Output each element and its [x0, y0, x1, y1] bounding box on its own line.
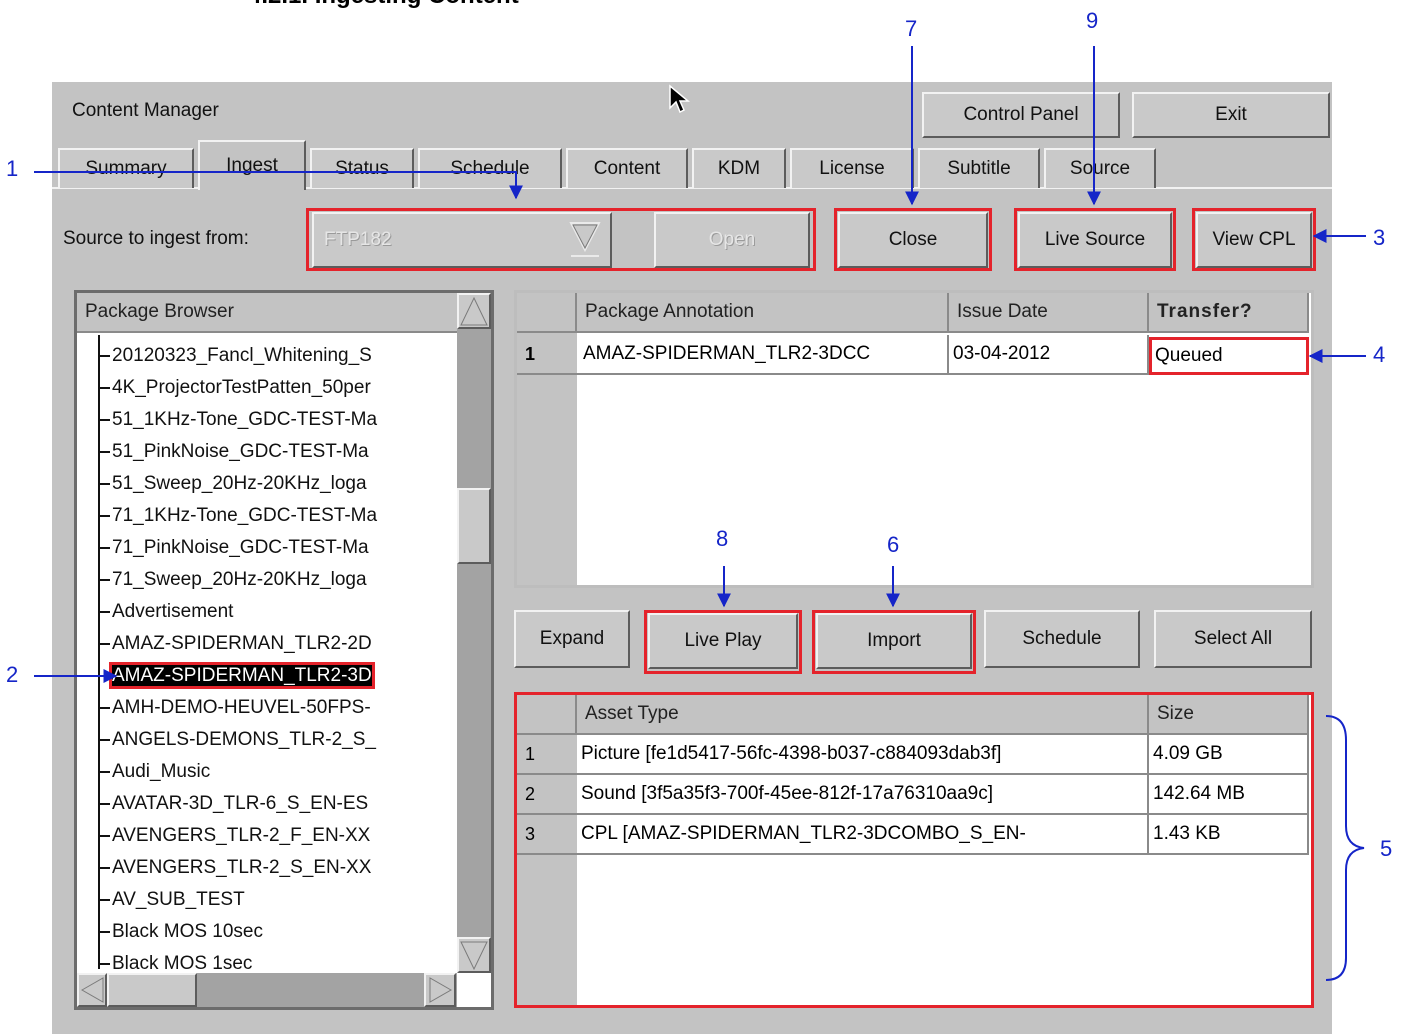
callout-1-arrow — [34, 171, 523, 200]
callout-9: 9 — [1086, 8, 1099, 33]
callout-3: 3 — [1373, 225, 1386, 250]
callout-6: 6 — [887, 532, 900, 557]
callout-5-brace — [1325, 715, 1365, 981]
callout-2: 2 — [6, 662, 19, 687]
callout-1: 1 — [6, 156, 19, 181]
callout-5: 5 — [1380, 836, 1393, 861]
callout-7: 7 — [905, 16, 918, 41]
callout-4: 4 — [1373, 342, 1386, 367]
callout-arrows — [34, 46, 1366, 981]
callout-8: 8 — [716, 526, 729, 551]
